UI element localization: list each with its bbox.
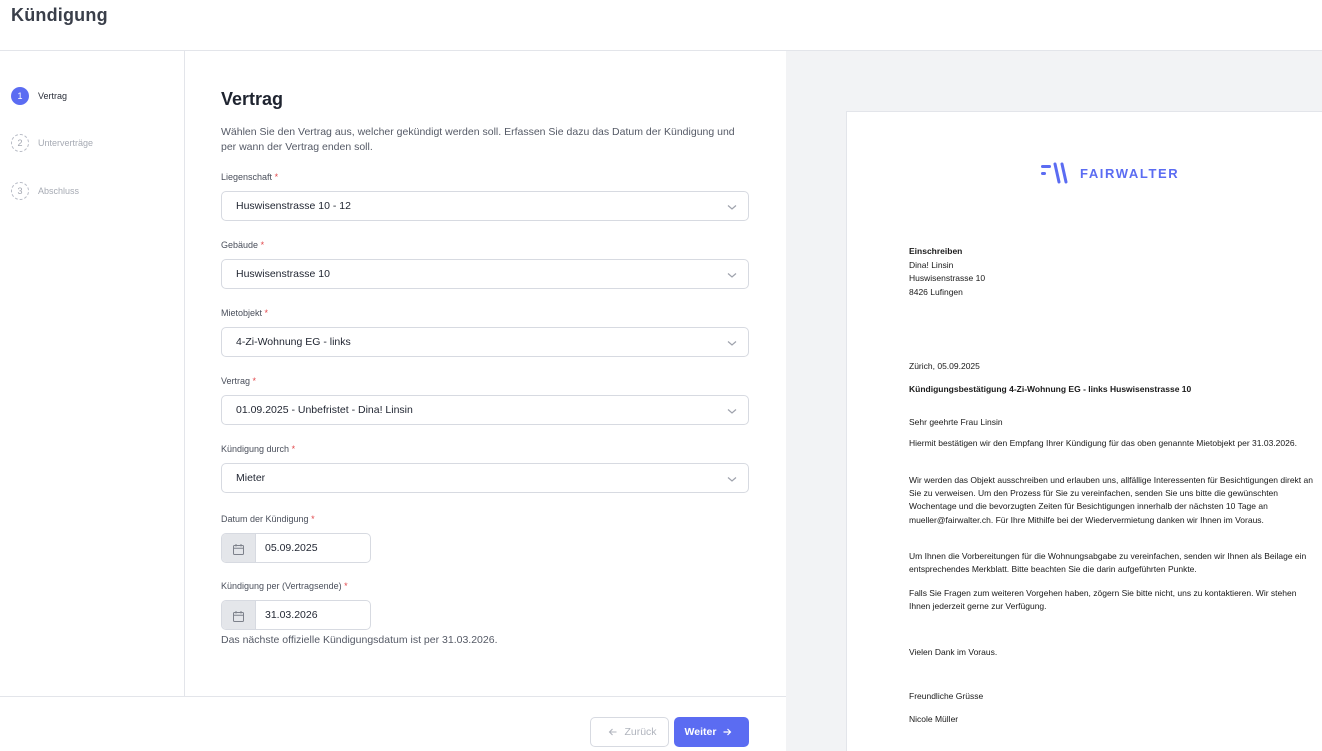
step-label: Unterverträge: [38, 138, 94, 148]
step-untervertraege[interactable]: 2 Unterverträge: [11, 134, 93, 152]
calendar-icon[interactable]: [222, 534, 256, 562]
top-bar: Kündigung: [0, 0, 1322, 51]
select-value: Mieter: [236, 472, 266, 484]
page-title: Kündigung: [11, 5, 108, 25]
chevron-down-icon: [727, 341, 737, 346]
chevron-down-icon: [727, 273, 737, 278]
letter-paragraph-4: Falls Sie Fragen zum weiteren Vorgehen h…: [909, 588, 1297, 612]
select-value: Huswisenstrasse 10 - 12: [236, 200, 351, 212]
chevron-down-icon: [727, 205, 737, 210]
date-value: 31.03.2026: [265, 609, 318, 621]
wizard-stepper: 1 Vertrag 2 Unterverträge 3 Abschluss: [0, 51, 185, 696]
date-value: 05.09.2025: [265, 542, 318, 554]
arrow-right-icon: [723, 728, 732, 736]
gebaeude-label: Gebäude *: [221, 240, 265, 250]
mietobjekt-label: Mietobjekt *: [221, 308, 269, 318]
form-intro: Wählen Sie den Vertrag aus, welcher gekü…: [221, 126, 735, 153]
required-mark: *: [260, 240, 265, 250]
form-heading: Vertrag: [221, 89, 284, 109]
address-name: Dina! Linsin: [909, 260, 954, 270]
letter-paper: FAIRWALTER Einschreiben Dina! Linsin Hus…: [846, 111, 1322, 751]
letter-closing: Freundliche Grüsse: [909, 691, 984, 701]
per-label: Kündigung per (Vertragsende) *: [221, 581, 348, 591]
select-value: 01.09.2025 - Unbefristet - Dina! Linsin: [236, 404, 413, 416]
step-label: Vertrag: [38, 91, 68, 101]
letter-subject: Kündigungsbestätigung 4-Zi-Wohnung EG - …: [909, 384, 1192, 394]
liegenschaft-select[interactable]: Huswisenstrasse 10 - 12: [221, 191, 749, 221]
contract-form: Vertrag Wählen Sie den Vertrag aus, welc…: [186, 51, 786, 696]
calendar-icon[interactable]: [222, 601, 256, 629]
step-number: 1: [11, 87, 29, 105]
required-mark: *: [264, 308, 269, 318]
required-mark: *: [252, 376, 257, 386]
kuendigung-hint: Das nächste offizielle Kündigungsdatum i…: [221, 634, 498, 646]
select-value: 4-Zi-Wohnung EG - links: [236, 336, 351, 348]
letter-paragraph-1: Hiermit bestätigen wir den Empfang Ihrer…: [909, 438, 1297, 448]
vertrag-label: Vertrag *: [221, 376, 257, 386]
kuendigung-durch-select[interactable]: Mieter: [221, 463, 749, 493]
step-vertrag[interactable]: 1 Vertrag: [11, 87, 67, 105]
step-number: 2: [11, 134, 29, 152]
address-city: 8426 Lufingen: [909, 287, 963, 297]
select-value: Huswisenstrasse 10: [236, 268, 330, 280]
required-mark: *: [344, 581, 348, 591]
address-street: Huswisenstrasse 10: [909, 273, 986, 283]
mietobjekt-select[interactable]: 4-Zi-Wohnung EG - links: [221, 327, 749, 357]
letter-paragraph-2: Wir werden das Objekt ausschreiben und e…: [909, 475, 1313, 525]
datum-date-input[interactable]: 05.09.2025: [221, 533, 371, 563]
required-mark: *: [311, 514, 315, 524]
step-abschluss[interactable]: 3 Abschluss: [11, 182, 79, 200]
required-mark: *: [274, 172, 279, 182]
chevron-down-icon: [727, 477, 737, 482]
next-button[interactable]: Weiter: [674, 717, 749, 747]
gebaeude-select[interactable]: Huswisenstrasse 10: [221, 259, 749, 289]
wizard-footer: Zurück Weiter: [0, 696, 786, 751]
required-mark: *: [291, 444, 296, 454]
fairwalter-logo: FAIRWALTER: [1041, 162, 1179, 184]
letter-thanks: Vielen Dank im Voraus.: [909, 647, 998, 657]
step-number: 3: [11, 182, 29, 200]
per-date-input[interactable]: 31.03.2026: [221, 600, 371, 630]
letter-paragraph-3: Um Ihnen die Vorbereitungen für die Wohn…: [909, 551, 1307, 575]
liegenschaft-label: Liegenschaft *: [221, 172, 279, 182]
letter-greeting: Sehr geehrte Frau Linsin: [909, 417, 1003, 427]
step-label: Abschluss: [38, 186, 80, 196]
chevron-down-icon: [727, 409, 737, 414]
address-title: Einschreiben: [909, 246, 963, 256]
letter-date: Zürich, 05.09.2025: [909, 361, 980, 371]
datum-label: Datum der Kündigung *: [221, 514, 315, 524]
arrow-left-icon: [609, 728, 617, 736]
vertrag-select[interactable]: 01.09.2025 - Unbefristet - Dina! Linsin: [221, 395, 749, 425]
back-button[interactable]: Zurück: [590, 717, 669, 747]
fairwalter-logo-icon: [1041, 162, 1068, 184]
letter-signature: Nicole Müller: [909, 714, 959, 724]
back-label: Zurück: [624, 726, 657, 738]
logo-text: FAIRWALTER: [1080, 165, 1180, 181]
letter-preview-pane: FAIRWALTER Einschreiben Dina! Linsin Hus…: [786, 51, 1322, 751]
next-label: Weiter: [684, 726, 717, 738]
kuendigung-durch-label: Kündigung durch *: [221, 444, 296, 454]
